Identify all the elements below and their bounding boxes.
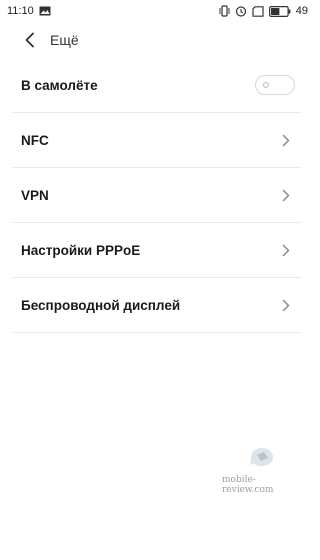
sim-card-icon [252,5,264,17]
chevron-right-icon [279,298,293,312]
settings-item-vpn[interactable]: VPN [13,168,301,223]
watermark-text: mobile-review.com [222,475,274,495]
settings-item-label: NFC [21,132,49,148]
watermark-logo-icon [247,446,277,473]
settings-item-label: VPN [21,187,49,203]
chevron-right-icon [279,188,293,202]
settings-list: В самолёте NFC VPN Настройки PPPoE Беспр… [0,58,315,333]
status-right: 49 [219,5,308,17]
image-notification-icon [39,6,51,16]
settings-item-wireless-display[interactable]: Беспроводной дисплей [13,278,301,333]
chevron-right-icon [279,243,293,257]
settings-item-airplane-mode[interactable]: В самолёте [13,58,301,113]
settings-item-label: Настройки PPPoE [21,242,141,258]
back-button[interactable] [13,23,47,57]
status-time: 11:10 [7,5,34,17]
status-bar: 11:10 49 [0,0,315,22]
back-arrow-icon [25,32,34,48]
airplane-mode-toggle[interactable] [255,75,295,95]
app-bar: Ещё [0,22,315,58]
toggle-knob [263,82,269,88]
page-title: Ещё [50,32,79,48]
chevron-right-icon [279,133,293,147]
battery-level: 49 [295,5,308,17]
battery-icon [268,5,291,17]
watermark: mobile-review.com [222,446,302,495]
settings-item-label: В самолёте [21,77,98,93]
settings-item-nfc[interactable]: NFC [13,113,301,168]
settings-item-label: Беспроводной дисплей [21,297,181,313]
vibrate-icon [219,5,230,17]
alarm-icon [235,5,247,17]
settings-item-pppoe[interactable]: Настройки PPPoE [13,223,301,278]
status-left: 11:10 [7,5,51,17]
